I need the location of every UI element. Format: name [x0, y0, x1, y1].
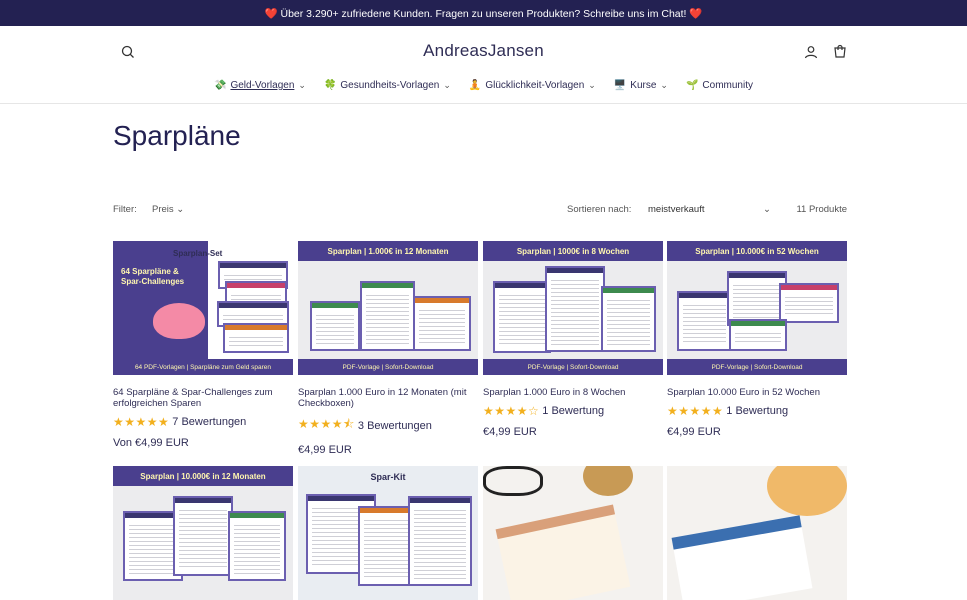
product-price: €4,99 EUR — [667, 426, 721, 438]
product-card[interactable]: Sparplan | 10.000€ in 12 Monaten — [113, 466, 293, 600]
price-filter[interactable]: Preis ⌄ — [152, 204, 184, 215]
product-card[interactable]: Spar-Kit — [298, 466, 478, 600]
site-logo[interactable]: AndreasJansen — [423, 41, 544, 61]
sort-label: Sortieren nach: — [567, 204, 632, 215]
nav-item-community[interactable]: 🌱 Community — [686, 80, 753, 91]
clover-icon: 🍀 — [323, 80, 337, 91]
product-image[interactable]: Spar-Kit — [298, 466, 478, 600]
sheet-image — [495, 504, 631, 600]
product-price: €4,99 EUR — [298, 444, 352, 456]
filter-bar: Filter: Preis ⌄ Sortieren nach: meistver… — [113, 204, 847, 218]
seedling-icon: 🌱 — [685, 80, 699, 91]
image-banner: Sparplan | 1000€ in 8 Wochen — [483, 241, 663, 261]
product-card[interactable]: 64 Sparpläne & Spar-Challenges Sparplan-S… — [113, 241, 293, 449]
nav-item-kurse[interactable]: 🖥️ Kurse ⌄ — [614, 80, 668, 91]
main-nav: 💸 Geld-Vorlagen ⌄ 🍀 Gesundheits-Vorlagen… — [0, 76, 967, 104]
image-banner: Spar-Kit — [370, 472, 406, 482]
chevron-down-icon: ⌄ — [298, 80, 306, 90]
page-title: Sparpläne — [113, 120, 241, 151]
product-image[interactable]: Sparplan | 1.000€ in 12 Monaten PDF-Vorl… — [298, 241, 478, 375]
cart-icon[interactable] — [832, 44, 848, 60]
product-title[interactable]: Sparplan 1.000 Euro in 12 Monaten (mit C… — [298, 387, 478, 409]
product-rating: ★★★★★ 1 Bewertung — [667, 404, 847, 418]
review-count: 7 Bewertungen — [172, 416, 247, 428]
nav-item-geld-vorlagen[interactable]: 💸 Geld-Vorlagen ⌄ — [214, 80, 306, 91]
product-rating: ★★★★★ 7 Bewertungen — [113, 415, 293, 429]
site-header: AndreasJansen — [0, 26, 967, 76]
money-icon: 💸 — [214, 80, 227, 91]
coffee-cup-image — [583, 466, 633, 496]
nav-label: Community — [702, 80, 753, 91]
product-image[interactable] — [667, 466, 847, 600]
nav-label: Geld-Vorlagen — [230, 80, 295, 91]
chevron-down-icon: ⌄ — [660, 80, 668, 90]
star-rating-icon: ★★★★☆ — [483, 404, 540, 418]
nav-label: Gesundheits-Vorlagen — [340, 80, 440, 91]
sheet-image — [671, 515, 813, 600]
image-banner: Sparplan | 10.000€ in 52 Wochen — [667, 241, 847, 261]
product-card[interactable] — [667, 466, 847, 600]
product-card[interactable]: Sparplan | 10.000€ in 52 Wochen PDF-Vorl… — [667, 241, 847, 438]
review-count: 3 Bewertungen — [357, 419, 432, 432]
image-footer: PDF-Vorlage | Sofort-Download — [298, 359, 478, 375]
product-count: 11 Produkte — [796, 204, 847, 215]
announcement-text: ❤️ Über 3.290+ zufriedene Kunden. Fragen… — [264, 7, 703, 20]
product-price: €4,99 EUR — [483, 426, 537, 438]
search-icon[interactable] — [120, 44, 136, 60]
star-rating-icon: ★★★★★ — [113, 415, 170, 429]
chevron-down-icon[interactable]: ⌄ — [763, 204, 771, 215]
cover-text: 64 Sparpläne & Spar-Challenges — [121, 267, 185, 286]
review-count: 1 Bewertung — [542, 405, 605, 417]
nav-item-gesundheits-vorlagen[interactable]: 🍀 Gesundheits-Vorlagen ⌄ — [324, 80, 451, 91]
meditation-icon: 🧘 — [468, 80, 482, 91]
nav-item-gluecklichkeit-vorlagen[interactable]: 🧘 Glücklichkeit-Vorlagen ⌄ — [469, 80, 596, 91]
product-image[interactable]: 64 Sparpläne & Spar-Challenges Sparplan-S… — [113, 241, 293, 375]
image-footer: 64 PDF-Vorlagen | Sparpläne zum Geld spa… — [113, 359, 293, 375]
product-image[interactable]: Sparplan | 1000€ in 8 Wochen PDF-Vorlage… — [483, 241, 663, 375]
product-rating: ★★★★☆ 1 Bewertung — [483, 404, 663, 418]
price-filter-label: Preis — [152, 204, 174, 215]
product-title[interactable]: Sparplan 1.000 Euro in 8 Wochen — [483, 387, 663, 398]
product-card[interactable] — [483, 466, 663, 600]
nav-label: Kurse — [630, 80, 657, 91]
chevron-down-icon: ⌄ — [176, 204, 185, 215]
image-banner: Sparplan | 10.000€ in 12 Monaten — [113, 466, 293, 486]
computer-icon: 🖥️ — [613, 80, 627, 91]
image-footer: PDF-Vorlage | Sofort-Download — [667, 359, 847, 375]
image-banner: Sparplan | 1.000€ in 12 Monaten — [298, 241, 478, 261]
glasses-image — [483, 466, 543, 496]
piggy-bank-image — [153, 303, 205, 339]
product-price: Von €4,99 EUR — [113, 437, 189, 449]
announcement-bar: ❤️ Über 3.290+ zufriedene Kunden. Fragen… — [0, 0, 967, 26]
nav-label: Glücklichkeit-Vorlagen — [485, 80, 585, 91]
chevron-down-icon: ⌄ — [443, 80, 451, 90]
banner-title: Sparplan-Set — [173, 249, 223, 258]
product-title[interactable]: 64 Sparpläne & Spar-Challenges zum erfol… — [113, 387, 293, 409]
product-card[interactable]: Sparplan | 1.000€ in 12 Monaten PDF-Vorl… — [298, 241, 478, 456]
chevron-down-icon: ⌄ — [588, 80, 596, 90]
star-rating-icon: ★★★★★ — [667, 404, 724, 418]
sort-select[interactable]: meistverkauft — [648, 204, 705, 215]
star-rating-icon: ★★★★⯪ — [298, 417, 355, 431]
product-rating: ★★★★⯪ 3 Bewertungen — [298, 415, 478, 436]
product-image[interactable] — [483, 466, 663, 600]
product-image[interactable]: Sparplan | 10.000€ in 12 Monaten — [113, 466, 293, 600]
review-count: 1 Bewertung — [726, 405, 789, 417]
flower-image — [767, 466, 847, 516]
product-title[interactable]: Sparplan 10.000 Euro in 52 Wochen — [667, 387, 847, 398]
product-image[interactable]: Sparplan | 10.000€ in 52 Wochen PDF-Vorl… — [667, 241, 847, 375]
account-icon[interactable] — [803, 44, 819, 60]
filter-label: Filter: — [113, 204, 137, 215]
product-card[interactable]: Sparplan | 1000€ in 8 Wochen PDF-Vorlage… — [483, 241, 663, 438]
image-footer: PDF-Vorlage | Sofort-Download — [483, 359, 663, 375]
